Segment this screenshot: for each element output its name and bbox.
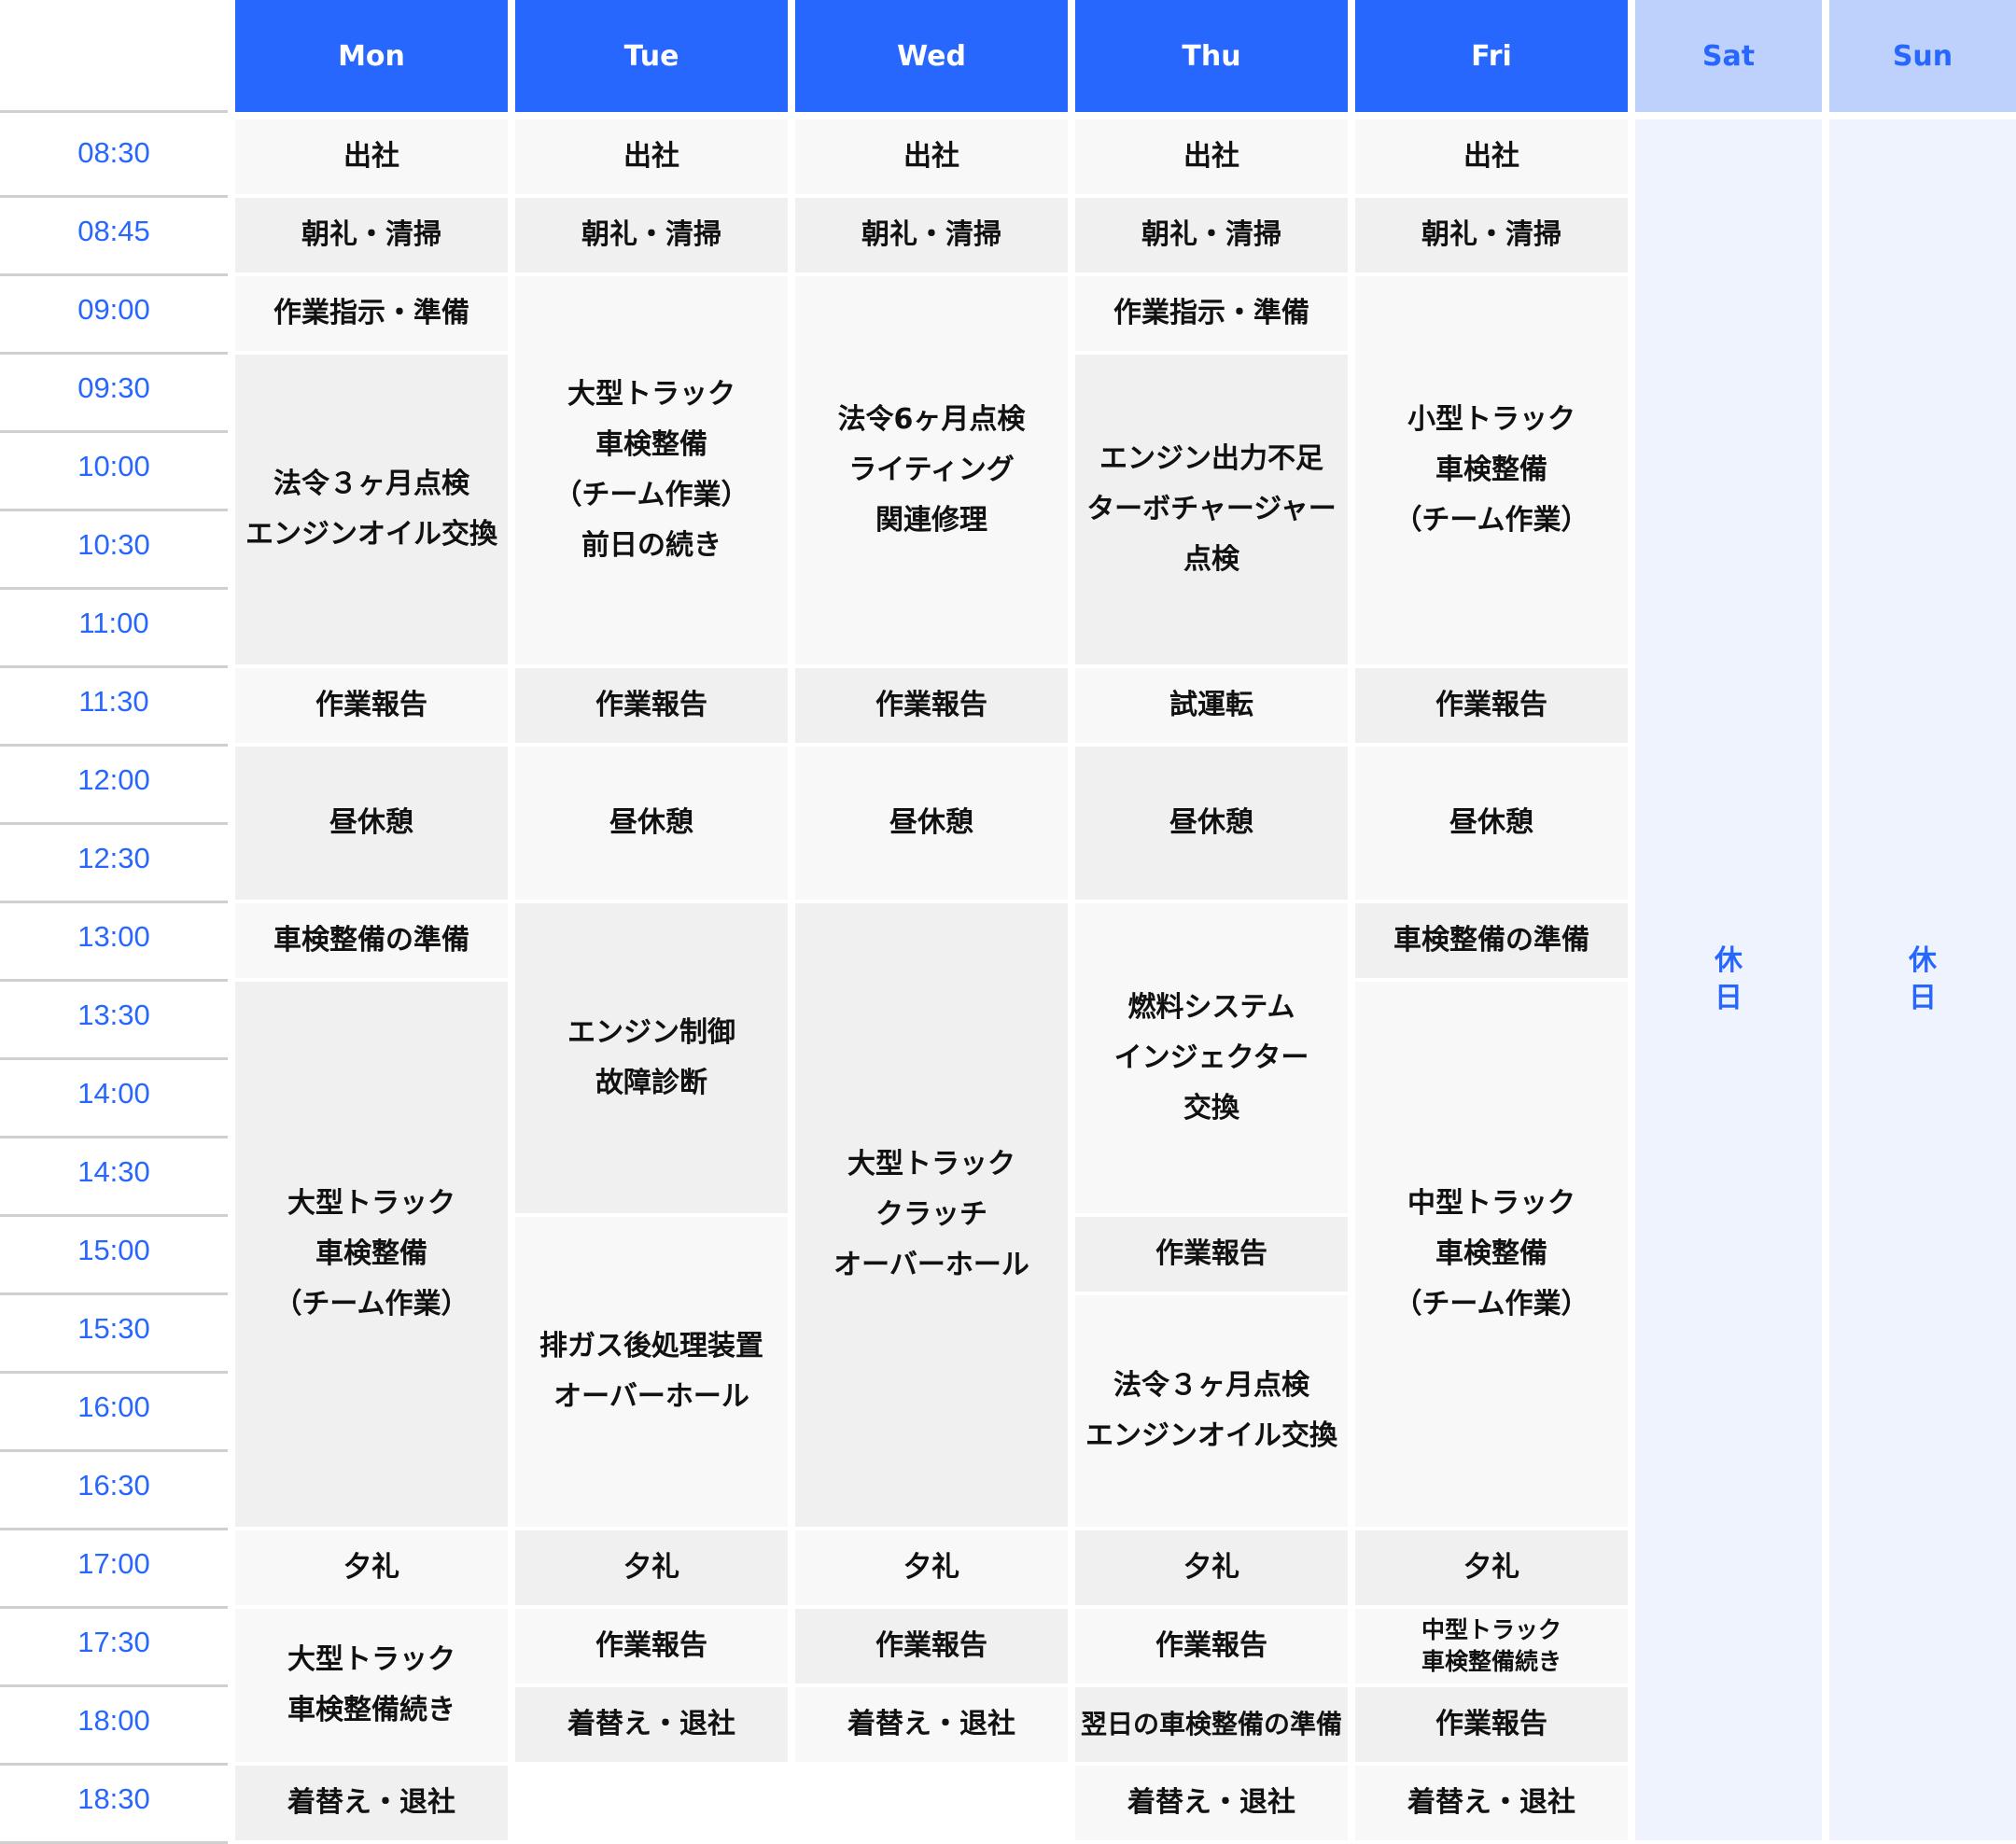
schedule-block: 作業報告 bbox=[235, 668, 508, 743]
schedule-block: エンジン制御 故障診断 bbox=[515, 903, 788, 1213]
time-label: 12:00 bbox=[77, 763, 150, 796]
schedule-block: 出社 bbox=[235, 119, 508, 194]
day-header-wed: Wed bbox=[795, 0, 1068, 112]
time-label: 13:00 bbox=[77, 920, 150, 953]
day-header-fri: Fri bbox=[1355, 0, 1628, 112]
time-label: 16:00 bbox=[77, 1390, 150, 1423]
schedule-block: 作業報告 bbox=[1075, 1609, 1348, 1683]
time-label: 09:00 bbox=[77, 293, 150, 326]
schedule-block: 夕礼 bbox=[1355, 1530, 1628, 1605]
schedule-block: 作業指示・準備 bbox=[1075, 276, 1348, 351]
schedule-block: 昼休憩 bbox=[1075, 747, 1348, 900]
schedule-block: 作業報告 bbox=[1075, 1217, 1348, 1292]
time-label: 17:00 bbox=[77, 1547, 150, 1580]
schedule-block: 作業報告 bbox=[1355, 1687, 1628, 1762]
schedule-block: 着替え・退社 bbox=[1075, 1766, 1348, 1840]
schedule-block: 夕礼 bbox=[235, 1530, 508, 1605]
schedule-block: 朝礼・清掃 bbox=[1355, 198, 1628, 272]
schedule-block: 作業報告 bbox=[795, 1609, 1068, 1683]
schedule-block: 着替え・退社 bbox=[795, 1687, 1068, 1762]
time-label: 17:30 bbox=[77, 1626, 150, 1658]
time-label: 15:30 bbox=[77, 1312, 150, 1345]
schedule-block: 朝礼・清掃 bbox=[515, 198, 788, 272]
time-label: 12:30 bbox=[77, 842, 150, 874]
schedule-block: 大型トラック 車検整備続き bbox=[235, 1609, 508, 1762]
time-label: 14:00 bbox=[77, 1077, 150, 1110]
day-header-mon: Mon bbox=[235, 0, 508, 112]
schedule-block: 着替え・退社 bbox=[515, 1687, 788, 1762]
schedule-block: 朝礼・清掃 bbox=[795, 198, 1068, 272]
time-divider bbox=[0, 110, 228, 113]
time-label: 10:00 bbox=[77, 450, 150, 482]
schedule-block: 作業報告 bbox=[795, 668, 1068, 743]
schedule-block: 夕礼 bbox=[795, 1530, 1068, 1605]
schedule-block: 出社 bbox=[795, 119, 1068, 194]
time-label: 16:30 bbox=[77, 1469, 150, 1502]
time-label: 08:45 bbox=[77, 215, 150, 247]
time-label: 10:30 bbox=[77, 528, 150, 561]
schedule-block: 着替え・退社 bbox=[1355, 1766, 1628, 1840]
schedule-block: 車検整備の準備 bbox=[235, 903, 508, 978]
schedule-block: 作業報告 bbox=[1355, 668, 1628, 743]
time-label: 11:30 bbox=[78, 685, 149, 718]
schedule-block: 中型トラック 車検整備 （チーム作業） bbox=[1355, 982, 1628, 1527]
schedule-block: 着替え・退社 bbox=[235, 1766, 508, 1840]
schedule-block: 夕礼 bbox=[515, 1530, 788, 1605]
schedule-block: 中型トラック 車検整備続き bbox=[1355, 1609, 1628, 1683]
time-label: 08:30 bbox=[77, 136, 150, 169]
holiday-cell-sat: 休 日 bbox=[1635, 119, 1822, 1840]
schedule-block: 朝礼・清掃 bbox=[235, 198, 508, 272]
schedule-block: 作業報告 bbox=[515, 668, 788, 743]
day-header-thu: Thu bbox=[1075, 0, 1348, 112]
time-label: 15:00 bbox=[77, 1234, 150, 1266]
holiday-cell-sun: 休 日 bbox=[1829, 119, 2016, 1840]
schedule-block: 出社 bbox=[1355, 119, 1628, 194]
schedule-block: 朝礼・清掃 bbox=[1075, 198, 1348, 272]
schedule-block: 出社 bbox=[1075, 119, 1348, 194]
schedule-block: 夕礼 bbox=[1075, 1530, 1348, 1605]
schedule-block: 昼休憩 bbox=[235, 747, 508, 900]
schedule-block: 大型トラック 車検整備 （チーム作業） 前日の続き bbox=[515, 276, 788, 664]
schedule-block: 車検整備の準備 bbox=[1355, 903, 1628, 978]
schedule-block: 作業報告 bbox=[515, 1609, 788, 1683]
schedule-block: 法令３ヶ月点検 エンジンオイル交換 bbox=[1075, 1295, 1348, 1527]
time-label: 13:30 bbox=[77, 999, 150, 1031]
schedule-block: 大型トラック クラッチ オーバーホール bbox=[795, 903, 1068, 1527]
time-label: 14:30 bbox=[77, 1155, 150, 1188]
schedule-block: 小型トラック 車検整備 （チーム作業） bbox=[1355, 276, 1628, 664]
schedule-block: 昼休憩 bbox=[515, 747, 788, 900]
schedule-block: 昼休憩 bbox=[795, 747, 1068, 900]
time-label: 18:30 bbox=[77, 1782, 150, 1815]
schedule-block: 試運転 bbox=[1075, 668, 1348, 743]
schedule-block: 作業指示・準備 bbox=[235, 276, 508, 351]
schedule-block: 昼休憩 bbox=[1355, 747, 1628, 900]
schedule-block: 出社 bbox=[515, 119, 788, 194]
day-header-tue: Tue bbox=[515, 0, 788, 112]
schedule-block: エンジン出力不足 ターボチャージャー 点検 bbox=[1075, 355, 1348, 664]
time-label: 09:30 bbox=[77, 371, 150, 404]
day-header-sat: Sat bbox=[1635, 0, 1822, 112]
schedule-block: 法令6ヶ月点検 ライティング 関連修理 bbox=[795, 276, 1068, 664]
time-label: 11:00 bbox=[78, 607, 149, 639]
time-label: 18:00 bbox=[77, 1704, 150, 1737]
day-header-sun: Sun bbox=[1829, 0, 2016, 112]
schedule-block: 排ガス後処理装置 オーバーホール bbox=[515, 1217, 788, 1527]
schedule-block: 翌日の車検整備の準備 bbox=[1075, 1687, 1348, 1762]
schedule-block: 大型トラック 車検整備 （チーム作業） bbox=[235, 982, 508, 1527]
schedule-block: 燃料システム インジェクター 交換 bbox=[1075, 903, 1348, 1213]
schedule-block: 法令３ヶ月点検 エンジンオイル交換 bbox=[235, 355, 508, 664]
